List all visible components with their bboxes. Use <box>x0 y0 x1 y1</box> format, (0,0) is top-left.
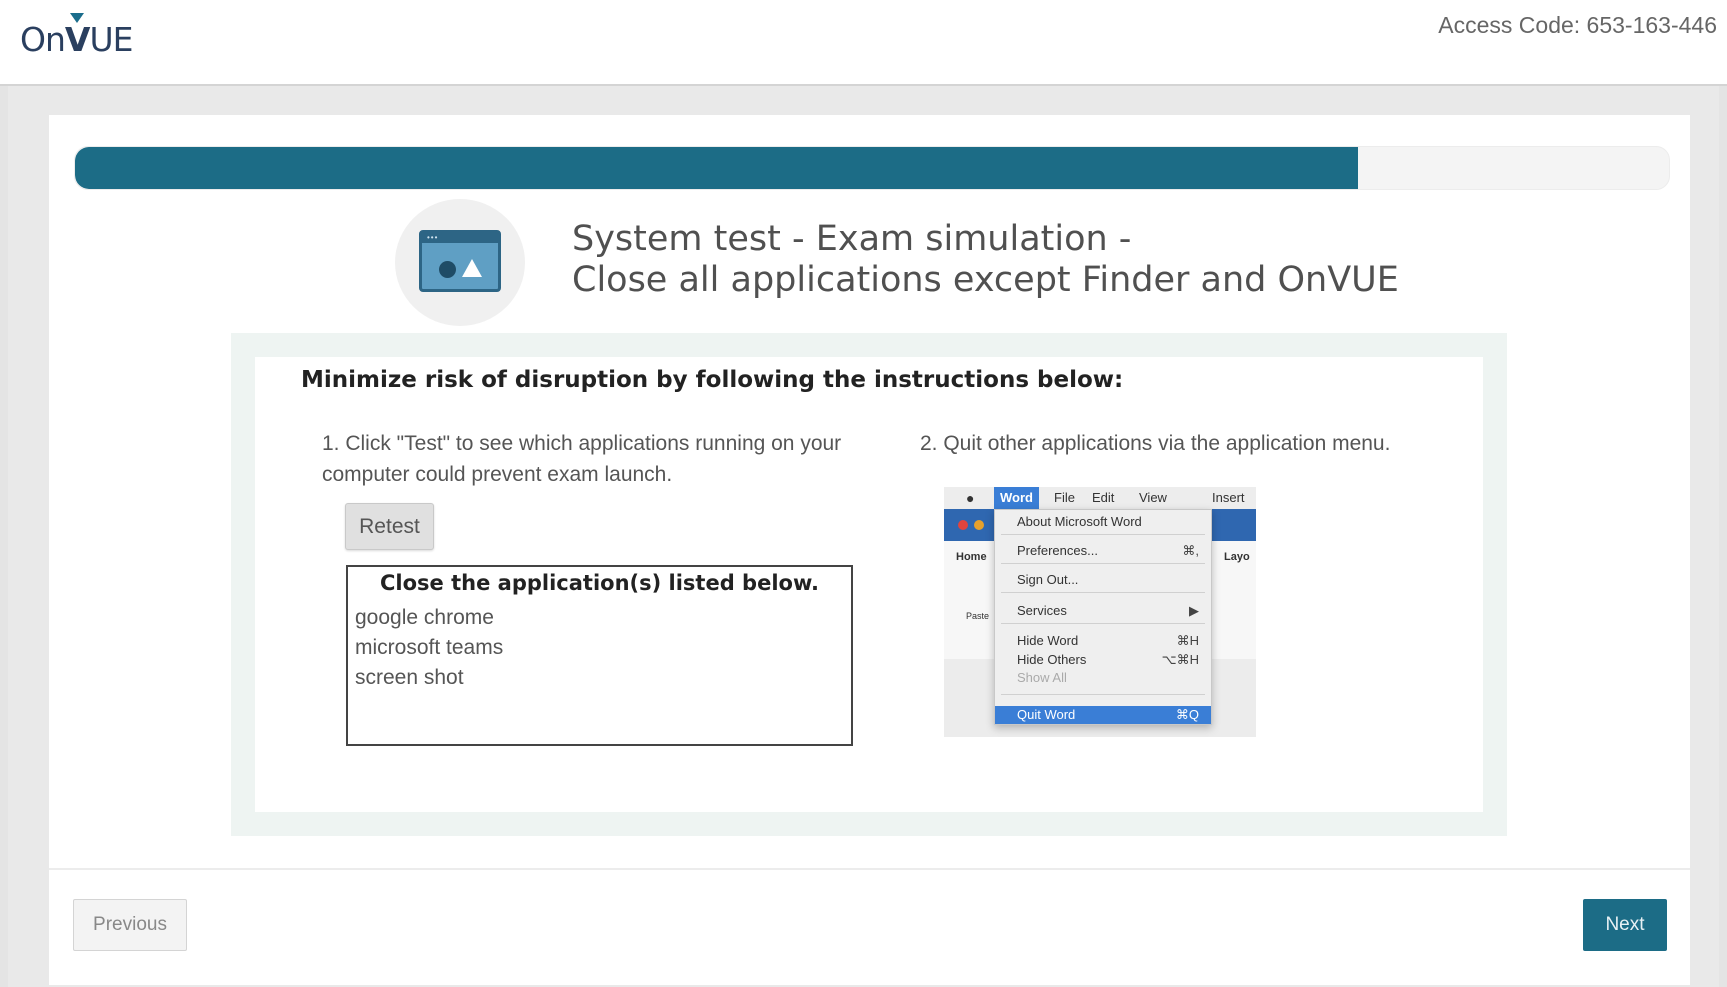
screenshot-menu-item: Hide Word <box>1017 633 1079 648</box>
progress-fill <box>75 147 1359 189</box>
screenshot-menu-view: View <box>1139 490 1167 505</box>
screenshot-menu-quit-label: Quit Word <box>1017 707 1076 722</box>
instructions-heading: Minimize risk of disruption by following… <box>301 367 1124 393</box>
previous-button[interactable]: Previous <box>73 899 187 951</box>
application-menu-screenshot: ● Word File Edit View Insert Home Layo P… <box>944 487 1256 737</box>
app-list-item: google chrome <box>355 606 494 629</box>
step-1-text: 1. Click "Test" to see which application… <box>322 432 842 486</box>
access-code: Access Code: 653-163-446 <box>1438 12 1717 38</box>
screenshot-ribbon-paste: Paste <box>966 611 990 621</box>
logo-v: V <box>64 20 91 59</box>
apple-icon: ● <box>966 490 975 506</box>
header: OnVUE Access Code: 653-163-446 <box>0 0 1727 86</box>
screenshot-word-menu: About Microsoft Word Preferences... ⌘, S… <box>994 509 1212 725</box>
logo-ue: UE <box>89 20 133 59</box>
screenshot-menu-item: Preferences... <box>1017 543 1098 558</box>
screenshot-menu-shortcut: ⌘H <box>1176 633 1199 648</box>
screenshot-menu-quit-shortcut: ⌘Q <box>1175 707 1199 722</box>
screenshot-menu-word: Word <box>994 487 1039 509</box>
app-window-icon: ••• <box>419 230 501 292</box>
screenshot-menu-shortcut: ▶ <box>1189 603 1199 618</box>
screenshot-menu-insert: Insert <box>1212 490 1245 505</box>
screenshot-menu-edit: Edit <box>1092 490 1115 505</box>
page-title-line1: System test - Exam simulation - <box>572 219 1132 259</box>
progress-bar <box>74 146 1670 190</box>
screenshot-menu-item: Sign Out... <box>1017 572 1079 587</box>
app-window-icon-circle: ••• <box>395 199 525 326</box>
step-2-text: 2. Quit other applications via the appli… <box>920 432 1391 455</box>
page-title: System test - Exam simulation - Close al… <box>572 219 1399 301</box>
app-list-item: screen shot <box>355 666 464 689</box>
apps-to-close-box: Close the application(s) listed below. g… <box>346 565 853 746</box>
page-title-line2: Close all applications except Finder and… <box>572 260 1399 300</box>
next-button[interactable]: Next <box>1583 899 1667 951</box>
screenshot-ribbon-layout: Layo <box>1224 551 1250 563</box>
screenshot-menu-quit: Quit Word ⌘Q <box>995 706 1211 724</box>
screenshot-ribbon-home: Home <box>956 551 987 563</box>
footer <box>49 870 1690 985</box>
onvue-logo: OnVUE <box>20 20 133 59</box>
screenshot-menu-file: File <box>1054 490 1075 505</box>
screenshot-menu-item: About Microsoft Word <box>1017 514 1142 529</box>
logo-on: On <box>20 20 66 59</box>
screenshot-menubar: ● Word File Edit View Insert <box>944 487 1256 509</box>
apps-box-title: Close the application(s) listed below. <box>380 571 819 595</box>
screenshot-menu-item: Hide Others <box>1017 652 1087 667</box>
app-list-item: microsoft teams <box>355 636 504 659</box>
screenshot-menu-shortcut: ⌥⌘H <box>1161 652 1199 667</box>
retest-button[interactable]: Retest <box>345 503 434 550</box>
screenshot-menu-item: Show All <box>1017 670 1067 685</box>
screenshot-menu-shortcut: ⌘, <box>1182 543 1199 558</box>
screenshot-menu-item: Services <box>1017 603 1067 618</box>
